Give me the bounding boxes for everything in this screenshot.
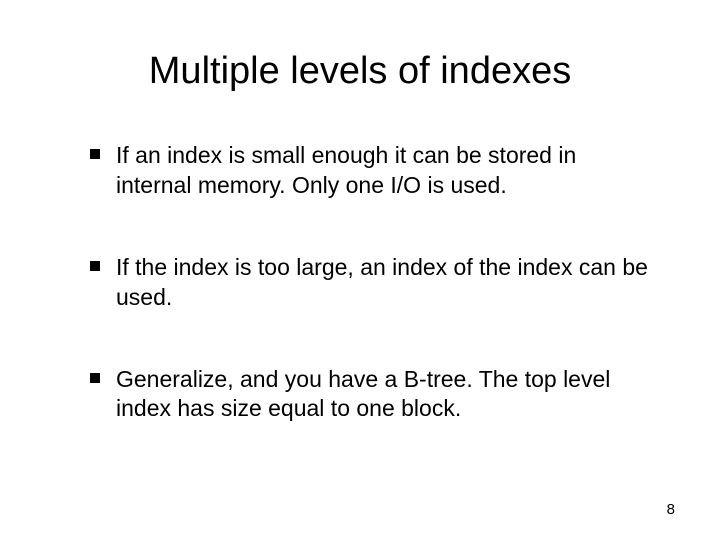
slide-container: Multiple levels of indexes If an index i… xyxy=(0,0,720,540)
page-number: 8 xyxy=(667,501,675,518)
bullet-item: If an index is small enough it can be st… xyxy=(90,141,650,201)
bullet-item: Generalize, and you have a B-tree. The t… xyxy=(90,365,650,425)
slide-title: Multiple levels of indexes xyxy=(70,50,650,93)
bullet-list: If an index is small enough it can be st… xyxy=(70,141,650,424)
bullet-item: If the index is too large, an index of t… xyxy=(90,253,650,313)
